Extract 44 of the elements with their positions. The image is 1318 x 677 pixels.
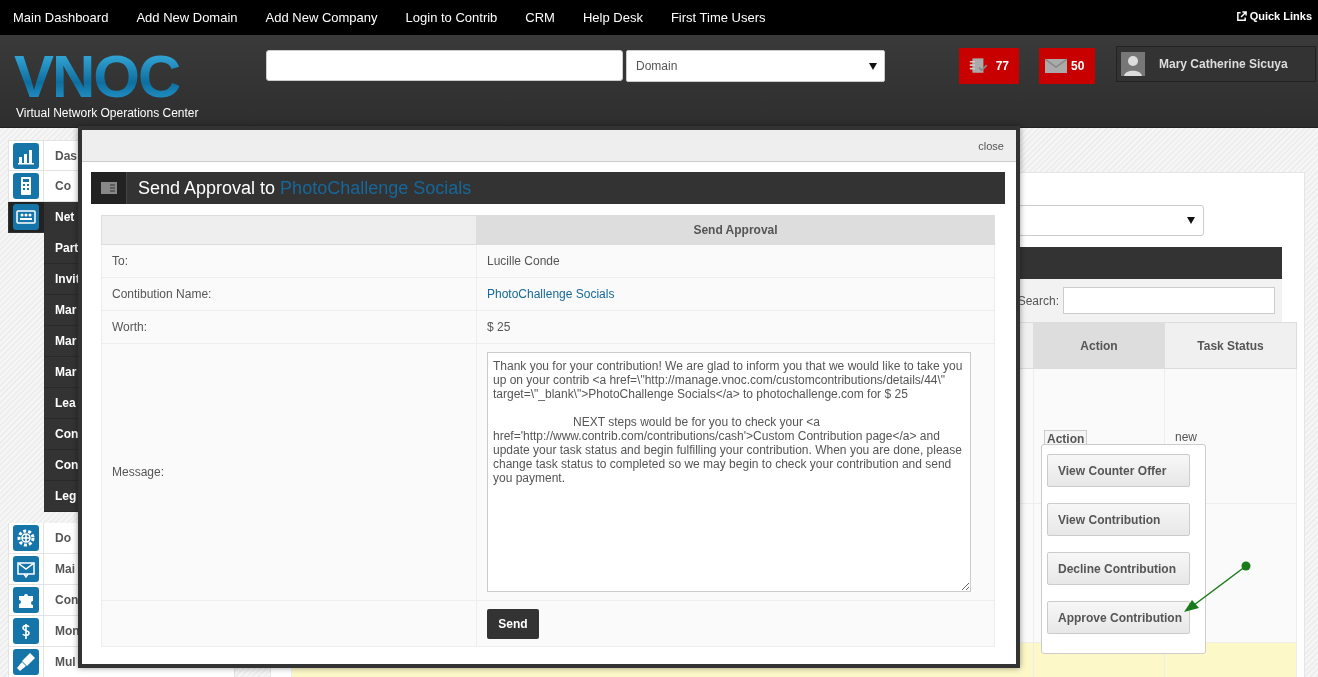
menu-button[interactable]: View Contribution [1047, 503, 1190, 536]
domain-select[interactable]: Domain [626, 50, 885, 82]
menu-button[interactable]: Decline Contribution [1047, 552, 1190, 585]
network-icon [13, 204, 39, 230]
avatar-icon [1121, 52, 1145, 76]
nav-link[interactable]: Help Desk [568, 10, 657, 25]
contribution-link[interactable]: PhotoChallenge Socials [487, 287, 615, 301]
caret-icon [1187, 217, 1195, 224]
quick-links-link[interactable]: Quick Links [1235, 10, 1312, 22]
notification-button[interactable]: 50 [1039, 48, 1095, 84]
notification-button[interactable]: 77 [959, 48, 1019, 84]
task-status: new [1175, 430, 1197, 444]
field-value: $ 25 [487, 320, 511, 334]
envelope-icon [1045, 58, 1067, 74]
logo-subtitle: Virtual Network Operations Center [16, 106, 200, 120]
search-field[interactable] [1063, 287, 1275, 314]
search-label: Search: [1017, 293, 1059, 308]
field-label: Worth: [112, 320, 148, 334]
notebook-icon [969, 56, 988, 76]
field-label: Message: [112, 465, 165, 479]
nav-link[interactable]: Main Dashboard [0, 10, 123, 25]
nav-link[interactable]: Login to Contrib [391, 10, 512, 25]
nav-link[interactable]: First Time Users [656, 10, 780, 25]
nav-link[interactable]: Add New Domain [122, 10, 252, 25]
menu-button[interactable]: Approve Contribution [1047, 601, 1190, 634]
nav-link[interactable]: CRM [511, 10, 569, 25]
field-label: To: [112, 254, 128, 268]
dialog-title: Send Approval to [137, 177, 276, 199]
user-menu-button[interactable]: Mary Catherine Sicuya [1116, 46, 1316, 82]
nav-link[interactable]: Add New Company [251, 10, 392, 25]
menu-button[interactable]: View Counter Offer [1047, 454, 1190, 487]
message-field[interactable]: Thank you for your contribution! We are glad to inform you that we would like to take you up on your contrib <a href=\"http://manage.vnoc.com/customcontributions/details/44\" target=\"_blank\">PhotoChallenge Socials</a> to photochallenge.com for $ 25 NEXT steps would be for you to check your <a href='http://www.contrib.com/contributions/cash'>Custom Contribution page</a> and update your task status and begin fulfilling your contribution. When you are done, please change task status to completed so we may begin to check your contribution and send you payment. [487, 352, 971, 592]
column-header: Send Approval [476, 215, 995, 245]
field-value: Lucille Conde [487, 254, 560, 268]
card-icon [100, 182, 117, 194]
contribution-name-title: PhotoChallenge Socials [279, 177, 472, 199]
close-link[interactable]: close [978, 139, 1004, 152]
column-header[interactable]: Action [1033, 322, 1165, 369]
field-label: Contibution Name: [112, 287, 212, 301]
caret-icon [869, 62, 877, 70]
column-header[interactable]: Task Status [1164, 322, 1297, 369]
external-link-icon [1235, 10, 1247, 22]
send-button[interactable]: Send [487, 608, 539, 639]
search-field[interactable] [266, 50, 623, 81]
